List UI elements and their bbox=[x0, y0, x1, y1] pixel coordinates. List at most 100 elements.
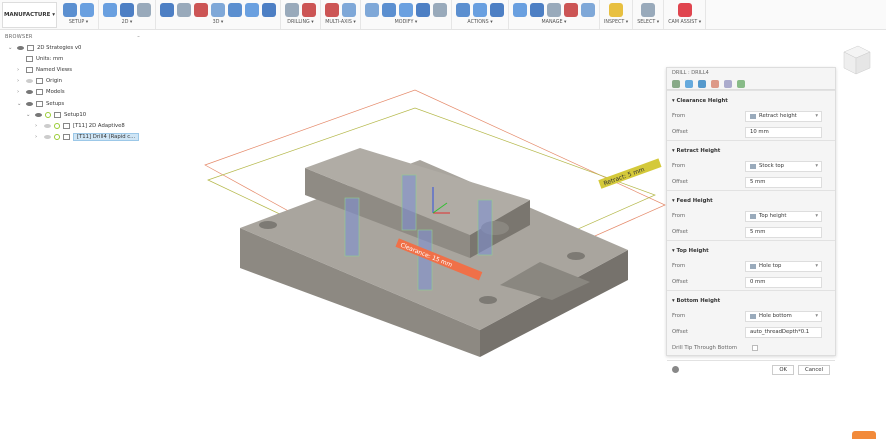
browser-header[interactable]: BROWSER – bbox=[0, 32, 145, 42]
visibility-eye-icon[interactable] bbox=[35, 112, 42, 117]
browser-item[interactable]: ⌄ Setup10 bbox=[0, 109, 145, 120]
edit-icon[interactable] bbox=[399, 2, 413, 17]
visibility-eye-icon[interactable] bbox=[17, 45, 24, 50]
visibility-eye-icon[interactable] bbox=[26, 90, 33, 95]
simulate-icon[interactable] bbox=[456, 2, 470, 17]
delete-icon[interactable] bbox=[382, 2, 396, 17]
section-header[interactable]: ▾ Feed Height bbox=[667, 190, 835, 208]
visibility-eye-icon[interactable] bbox=[44, 135, 51, 140]
hole-recognition-icon[interactable] bbox=[302, 2, 316, 17]
from-dropdown[interactable]: Retract height ▾ bbox=[745, 110, 822, 122]
passes-tab-icon[interactable] bbox=[724, 79, 732, 88]
from-dropdown[interactable]: Hole bottom ▾ bbox=[745, 310, 822, 322]
offset-input[interactable]: 10 mm bbox=[745, 126, 822, 138]
3d-contour-icon[interactable] bbox=[228, 2, 242, 17]
template-icon[interactable] bbox=[530, 2, 544, 17]
offset-input[interactable]: 5 mm bbox=[745, 226, 822, 238]
machine-icon[interactable] bbox=[547, 2, 561, 17]
notification-badge[interactable] bbox=[852, 431, 876, 439]
toolbar-group-label[interactable]: 3D ▾ bbox=[213, 20, 224, 25]
cam-assist-icon[interactable] bbox=[677, 2, 692, 17]
drill-tip-checkbox[interactable] bbox=[752, 345, 758, 351]
document-icon[interactable] bbox=[564, 2, 578, 17]
3d-adaptive-icon[interactable] bbox=[160, 2, 174, 17]
browser-item[interactable]: Units: mm bbox=[0, 53, 145, 64]
2d-contour-icon[interactable] bbox=[137, 2, 151, 17]
toolbar-group-label[interactable]: ACTIONS ▾ bbox=[467, 20, 492, 25]
3d-scallop-icon[interactable] bbox=[262, 2, 276, 17]
3d-parallel-icon[interactable] bbox=[194, 2, 208, 17]
toolbar-group-label[interactable]: MANAGE ▾ bbox=[542, 20, 567, 25]
toolbar-group-label[interactable]: 2D ▾ bbox=[122, 20, 133, 25]
expand-arrow-icon[interactable]: › bbox=[35, 123, 41, 129]
ok-button[interactable]: OK bbox=[772, 364, 795, 375]
from-dropdown[interactable]: Hole top ▾ bbox=[745, 260, 822, 272]
3d-flow-icon[interactable] bbox=[211, 2, 225, 17]
browser-item[interactable]: ⌄ 2D Strategies v0 bbox=[0, 42, 145, 53]
3d-pocket-icon[interactable] bbox=[177, 2, 191, 17]
path-icon[interactable] bbox=[433, 2, 447, 17]
section-header[interactable]: ▾ Bottom Height bbox=[667, 290, 835, 308]
post-process-icon[interactable] bbox=[473, 2, 487, 17]
expand-arrow-icon[interactable]: ⌄ bbox=[8, 45, 14, 51]
cancel-button[interactable]: Cancel bbox=[798, 364, 830, 375]
offset-input[interactable]: 5 mm bbox=[745, 176, 822, 188]
section-header[interactable]: ▾ Top Height bbox=[667, 240, 835, 258]
expand-arrow-icon[interactable]: › bbox=[17, 67, 23, 73]
toolbar-group-label[interactable]: SELECT ▾ bbox=[637, 20, 659, 25]
2d-pocket-icon[interactable] bbox=[120, 2, 134, 17]
measure-icon[interactable] bbox=[609, 2, 624, 17]
tool-library-icon[interactable] bbox=[513, 2, 527, 17]
browser-item[interactable]: › [T11] Drill4 (Rapid c... bbox=[0, 132, 145, 143]
folder-icon bbox=[27, 44, 34, 51]
tool-tab-icon[interactable] bbox=[672, 79, 680, 88]
from-dropdown[interactable]: Stock top ▾ bbox=[745, 160, 822, 172]
visibility-eye-icon[interactable] bbox=[26, 79, 33, 84]
toolbar-group-label[interactable]: MODIFY ▾ bbox=[395, 20, 418, 25]
geometry-tab-icon[interactable] bbox=[685, 79, 693, 88]
section-header[interactable]: ▾ Clearance Height bbox=[667, 90, 835, 108]
setup-sheet-icon[interactable] bbox=[490, 2, 504, 17]
browser-item[interactable]: › Named Views bbox=[0, 64, 145, 75]
document-settings-icon[interactable] bbox=[581, 2, 595, 17]
setup-icon[interactable] bbox=[63, 2, 77, 17]
visibility-eye-icon[interactable] bbox=[26, 101, 33, 106]
expand-arrow-icon[interactable]: ⌄ bbox=[26, 112, 32, 118]
heights-tab-icon[interactable] bbox=[698, 79, 706, 88]
cut-icon[interactable] bbox=[365, 2, 379, 17]
from-dropdown[interactable]: Top height ▾ bbox=[745, 210, 822, 222]
expand-arrow-icon[interactable]: › bbox=[17, 78, 23, 84]
workspace-dropdown[interactable]: MANUFACTURE ▾ bbox=[2, 2, 57, 28]
cycle-tab-icon[interactable] bbox=[711, 79, 719, 88]
browser-item[interactable]: ⌄ Setups bbox=[0, 98, 145, 109]
select-icon[interactable] bbox=[641, 2, 656, 17]
view-cube[interactable] bbox=[838, 42, 872, 80]
browser-item[interactable]: › Models bbox=[0, 87, 145, 98]
section-header[interactable]: ▾ Retract Height bbox=[667, 140, 835, 158]
toolbar-group-label[interactable]: DRILLING ▾ bbox=[287, 20, 313, 25]
expand-arrow-icon[interactable]: › bbox=[35, 134, 41, 140]
toolbar-group-label[interactable]: MULTI-AXIS ▾ bbox=[325, 20, 356, 25]
offset-input[interactable]: 0 mm bbox=[745, 276, 822, 288]
linking-tab-icon[interactable] bbox=[737, 79, 745, 88]
swarf-icon[interactable] bbox=[342, 2, 356, 17]
expand-arrow-icon[interactable]: ⌄ bbox=[17, 101, 23, 107]
toolbar-group-label[interactable]: SETUP ▾ bbox=[69, 20, 88, 25]
collapse-icon[interactable]: – bbox=[137, 34, 140, 40]
expand-arrow-icon[interactable]: › bbox=[17, 89, 23, 95]
toolbar-group-label[interactable]: CAM ASSIST ▾ bbox=[668, 20, 701, 25]
chevron-down-icon: ▾ bbox=[815, 313, 818, 319]
3d-steep-shallow-icon[interactable] bbox=[245, 2, 259, 17]
info-icon[interactable] bbox=[672, 366, 679, 373]
toolbar-group: MULTI-AXIS ▾ bbox=[321, 0, 361, 29]
setup-sheet-icon[interactable] bbox=[80, 2, 94, 17]
drill-icon[interactable] bbox=[285, 2, 299, 17]
browser-item[interactable]: › Origin bbox=[0, 76, 145, 87]
offset-input[interactable]: auto_threadDepth*0.1 bbox=[745, 326, 822, 338]
modify-icon[interactable] bbox=[416, 2, 430, 17]
2d-adaptive-icon[interactable] bbox=[103, 2, 117, 17]
visibility-eye-icon[interactable] bbox=[44, 123, 51, 128]
browser-item[interactable]: › [T11] 2D Adaptive8 bbox=[0, 120, 145, 131]
multi-axis-icon[interactable] bbox=[325, 2, 339, 17]
toolbar-group-label[interactable]: INSPECT ▾ bbox=[604, 20, 628, 25]
